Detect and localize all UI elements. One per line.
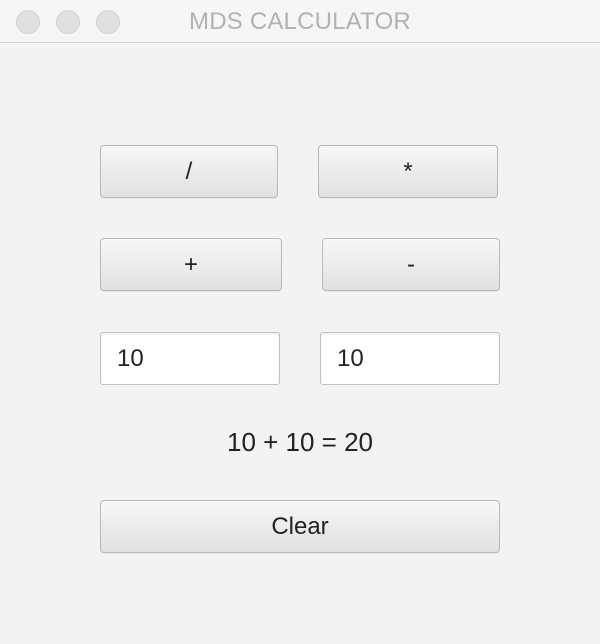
calculator-window: MDS CALCULATOR / * + - 10 + 10 = 20 Clea… (0, 0, 600, 644)
add-button[interactable]: + (100, 238, 282, 291)
divide-button[interactable]: / (100, 145, 278, 198)
subtract-button[interactable]: - (322, 238, 500, 291)
window-title: MDS CALCULATOR (189, 8, 411, 35)
title-bar: MDS CALCULATOR (0, 0, 600, 43)
multiply-button[interactable]: * (318, 145, 498, 198)
first-number-input[interactable] (100, 332, 280, 385)
result-label: 10 + 10 = 20 (226, 427, 374, 457)
clear-button[interactable]: Clear (100, 500, 500, 553)
second-number-input[interactable] (320, 332, 500, 385)
